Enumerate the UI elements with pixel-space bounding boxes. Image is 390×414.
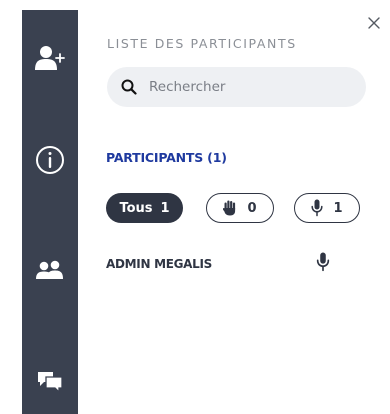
- chat-icon: [38, 372, 63, 394]
- microphone-icon: [316, 252, 330, 272]
- participant-microphone-status: [316, 252, 330, 272]
- filter-raised-hand-button[interactable]: 0: [206, 193, 274, 223]
- raised-hand-icon: [223, 200, 236, 216]
- filter-microphone-count: 1: [333, 200, 343, 216]
- search-box[interactable]: [107, 67, 366, 107]
- close-button[interactable]: [365, 14, 383, 32]
- participants-section-title: PARTICIPANTS (1): [106, 150, 227, 165]
- info-button[interactable]: [22, 132, 78, 188]
- participants-button[interactable]: [22, 242, 78, 298]
- invite-participant-button[interactable]: [22, 30, 78, 86]
- chat-button[interactable]: [22, 354, 78, 410]
- participant-name: ADMIN MEGALIS: [106, 257, 213, 271]
- panel-title: LISTE DES PARTICIPANTS: [107, 36, 297, 51]
- filter-all-button[interactable]: Tous 1: [106, 193, 183, 223]
- filter-raised-hand-count: 0: [247, 200, 257, 216]
- info-icon: [36, 146, 64, 174]
- participants-icon: [36, 260, 63, 279]
- add-user-icon: [35, 46, 65, 70]
- close-icon: [368, 17, 380, 29]
- microphone-icon: [311, 199, 324, 217]
- filter-all-label: Tous: [119, 200, 153, 216]
- search-icon: [121, 79, 137, 95]
- sidebar: [22, 10, 78, 414]
- filter-all-count: 1: [160, 200, 170, 216]
- participants-panel: LISTE DES PARTICIPANTS PARTICIPANTS (1) …: [78, 0, 390, 414]
- filter-microphone-button[interactable]: 1: [294, 193, 360, 223]
- search-input[interactable]: [149, 79, 339, 95]
